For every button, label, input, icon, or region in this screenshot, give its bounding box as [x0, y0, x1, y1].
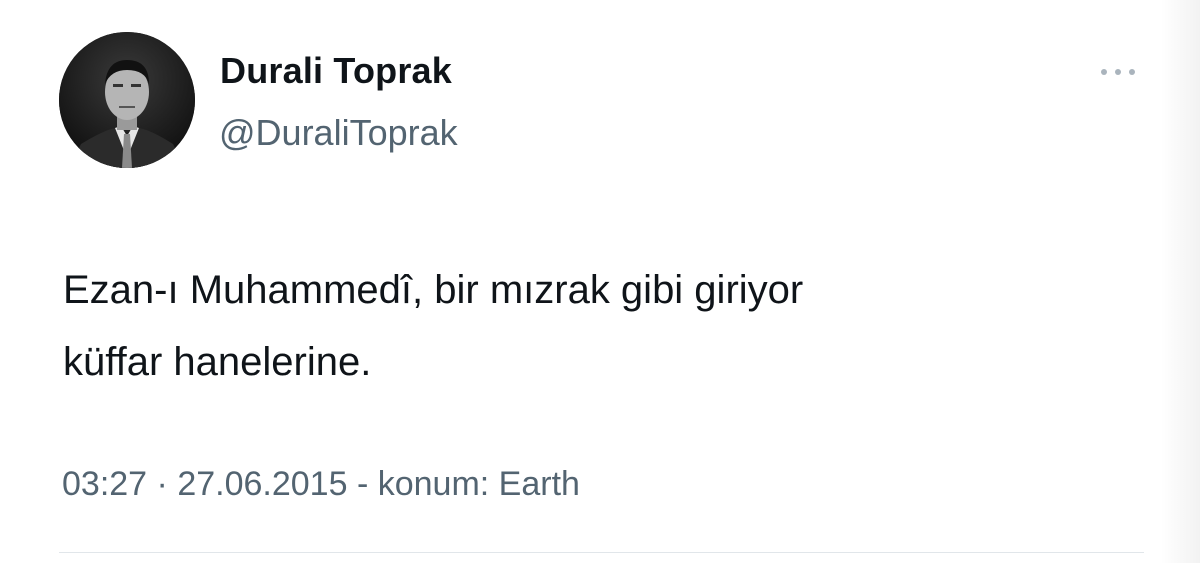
user-handle[interactable]: @DuraliToprak [219, 112, 458, 154]
tweet-text: Ezan-ı Muhammedî, bir mızrak gibi giriyo… [63, 268, 804, 384]
tweet-date[interactable]: 27.06.2015 [177, 465, 347, 503]
tweet-metadata: 03:27 · 27.06.2015 - konum: Earth [62, 465, 580, 504]
more-horizontal-icon [1101, 69, 1135, 75]
tweet-time[interactable]: 03:27 [62, 465, 147, 503]
tweet-location: - konum: Earth [356, 465, 580, 503]
avatar[interactable] [59, 32, 195, 168]
display-name[interactable]: Durali Toprak [220, 50, 452, 92]
divider [59, 552, 1144, 553]
edge-shadow [1160, 0, 1200, 563]
more-options-button[interactable] [1094, 58, 1142, 86]
profile-photo [59, 32, 195, 168]
meta-separator: · [156, 465, 168, 503]
tweet-card: Durali Toprak @DuraliToprak Ezan-ı Muham… [0, 0, 1200, 563]
